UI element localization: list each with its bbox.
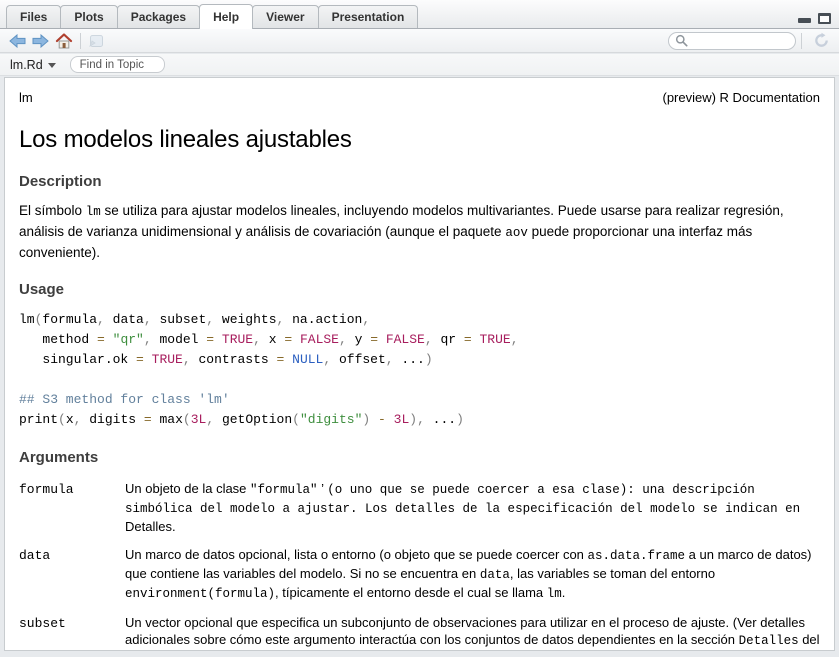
help-search-box <box>668 32 796 50</box>
refresh-icon[interactable] <box>813 32 830 49</box>
toolbar-separator-2 <box>801 33 802 49</box>
argument-row: subsetUn vector opcional que especifica … <box>19 614 820 651</box>
arguments-heading: Arguments <box>19 449 820 467</box>
topic-file-dropdown[interactable]: lm.Rd <box>10 58 56 72</box>
argument-term: formula <box>19 480 125 535</box>
description-heading: Description <box>19 173 820 191</box>
argument-description: Un marco de datos opcional, lista o ento… <box>125 546 820 603</box>
search-icon <box>675 34 688 47</box>
text-run: , típicamente el entorno desde el cual s… <box>275 585 547 600</box>
code-line: singular.ok = TRUE, contrasts = NULL, of… <box>19 350 820 370</box>
forward-icon[interactable] <box>32 34 49 48</box>
find-in-topic-box <box>70 56 165 73</box>
topic-bar: lm.Rd <box>0 54 839 76</box>
inline-code: aov <box>505 226 528 240</box>
text-run: . <box>562 585 566 600</box>
arguments-table: formulaUn objeto de la clase "formula" ’… <box>19 480 820 651</box>
doc-header: lm (preview) R Documentation <box>19 90 820 106</box>
tab-help[interactable]: Help <box>199 4 253 29</box>
text-run: Un objeto de la clase <box>125 481 250 496</box>
tab-bar: FilesPlotsPackagesHelpViewerPresentation <box>0 0 839 29</box>
help-content: lm (preview) R Documentation Los modelos… <box>4 77 835 651</box>
minimize-icon[interactable] <box>798 18 811 23</box>
text-run: Un vector opcional que especifica un sub… <box>125 615 805 647</box>
topic-file-label: lm.Rd <box>10 58 43 72</box>
argument-term: subset <box>19 614 125 651</box>
text-run: El símbolo <box>19 203 86 218</box>
inline-code: lm <box>86 205 101 219</box>
inline-code: "formula" <box>250 483 318 497</box>
maximize-icon[interactable] <box>818 13 831 24</box>
popout-icon[interactable] <box>87 33 104 48</box>
help-toolbar <box>0 29 839 53</box>
doc-header-topic: lm <box>19 90 33 106</box>
code-line <box>19 370 820 390</box>
tab-presentation[interactable]: Presentation <box>318 5 419 28</box>
tab-files[interactable]: Files <box>6 5 61 28</box>
text-run: , las variables se toman del entorno <box>510 566 715 581</box>
argument-description: Un objeto de la clase "formula" ’ (o uno… <box>125 480 820 535</box>
code-line: print(x, digits = max(3L, getOption("dig… <box>19 410 820 430</box>
tab-viewer[interactable]: Viewer <box>252 5 318 28</box>
usage-code: lm(formula, data, subset, weights, na.ac… <box>19 310 820 430</box>
find-in-topic-input[interactable] <box>80 59 155 71</box>
inline-code: environment(formula) <box>125 587 275 601</box>
text-run: Detalles. <box>125 519 176 534</box>
tab-plots[interactable]: Plots <box>60 5 117 28</box>
argument-row: formulaUn objeto de la clase "formula" ’… <box>19 480 820 535</box>
chevron-down-icon <box>48 63 56 68</box>
inline-code: Detalles <box>739 634 799 648</box>
code-line: ## S3 method for class 'lm' <box>19 390 820 410</box>
argument-description: Un vector opcional que especifica un sub… <box>125 614 820 651</box>
argument-term: data <box>19 546 125 603</box>
page-title: Los modelos lineales ajustables <box>19 126 820 154</box>
search-input[interactable] <box>692 35 789 47</box>
toolbar-separator <box>80 33 81 49</box>
back-icon[interactable] <box>9 34 26 48</box>
description-paragraph: El símbolo lm se utiliza para ajustar mo… <box>19 201 820 262</box>
window-buttons <box>798 13 831 24</box>
inline-code: as.data.frame <box>588 549 686 563</box>
text-run: ’ <box>318 481 328 496</box>
tab-packages[interactable]: Packages <box>117 5 200 28</box>
home-icon[interactable] <box>55 33 73 49</box>
usage-heading: Usage <box>19 281 820 299</box>
code-line: lm(formula, data, subset, weights, na.ac… <box>19 310 820 330</box>
argument-row: dataUn marco de datos opcional, lista o … <box>19 546 820 603</box>
doc-header-source: (preview) R Documentation <box>662 90 820 106</box>
inline-code: data <box>480 568 510 582</box>
inline-code: lm <box>547 587 562 601</box>
code-line: method = "qr", model = TRUE, x = FALSE, … <box>19 330 820 350</box>
text-run: Un marco de datos opcional, lista o ento… <box>125 547 588 562</box>
tab-strip: FilesPlotsPackagesHelpViewerPresentation <box>6 4 417 28</box>
